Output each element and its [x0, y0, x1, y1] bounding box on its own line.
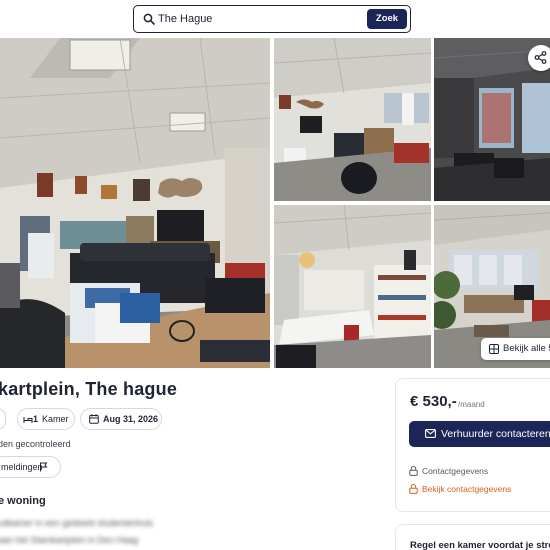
report-label: meldingen — [1, 462, 43, 472]
top-bar: Zoek — [0, 0, 550, 38]
price-card: € 530,- /maand Verhuurder contacteren Co… — [395, 378, 550, 512]
listing-title: kartplein, The hague — [0, 379, 178, 399]
availability-date-chip: Aug 31, 2026 — [80, 408, 162, 430]
share-button[interactable] — [528, 45, 550, 71]
calendar-icon — [89, 414, 99, 424]
verified-text: den gecontroleerd — [0, 439, 71, 449]
rooms-chip: 1 Kamer — [17, 408, 75, 430]
gallery-photo[interactable] — [274, 38, 431, 201]
lock-icon — [409, 484, 418, 494]
description-line: aan het Stamkartplein in Den Haag — [0, 535, 139, 545]
view-contact-label: Bekijk contactgegevens — [422, 484, 512, 494]
view-all-photos-button[interactable]: Bekijk alle 5 — [481, 338, 550, 360]
grid-icon — [489, 344, 499, 354]
section-title: e woning — [0, 495, 46, 507]
contact-info-row: Contactgegevens — [409, 466, 488, 476]
rent-promo-card: Regel een kamer voordat je stree — [395, 524, 550, 550]
availability-date: Aug 31, 2026 — [103, 414, 159, 424]
view-contact-link[interactable]: Bekijk contactgegevens — [409, 484, 511, 494]
price: € 530,- — [410, 393, 457, 410]
gallery-photo[interactable] — [274, 205, 431, 368]
main-photo[interactable] — [0, 38, 270, 368]
search-button[interactable]: Zoek — [367, 9, 407, 29]
share-icon — [534, 51, 547, 64]
view-all-photos-label: Bekijk alle 5 — [503, 343, 550, 354]
rooms-label: Kamer — [42, 414, 69, 424]
mail-icon — [425, 429, 436, 438]
bed-icon — [23, 417, 33, 423]
rent-promo-title: Regel een kamer voordat je stree — [410, 540, 550, 550]
search-icon — [143, 13, 155, 25]
property-chip — [0, 408, 6, 430]
photo-gallery — [0, 38, 550, 368]
report-button[interactable]: meldingen — [0, 456, 61, 478]
search-input[interactable] — [158, 9, 358, 29]
rooms-count: 1 — [33, 414, 39, 424]
contact-info-label: Contactgegevens — [422, 466, 489, 476]
description-line: udkamer in een gedeeld studentenhuis — [0, 518, 154, 528]
flag-icon — [40, 462, 48, 472]
contact-landlord-button[interactable]: Verhuurder contacteren — [409, 421, 550, 447]
lock-icon — [409, 466, 418, 476]
contact-landlord-label: Verhuurder contacteren — [441, 428, 550, 440]
price-period: /maand — [458, 400, 485, 409]
search-bar: Zoek — [133, 5, 411, 33]
